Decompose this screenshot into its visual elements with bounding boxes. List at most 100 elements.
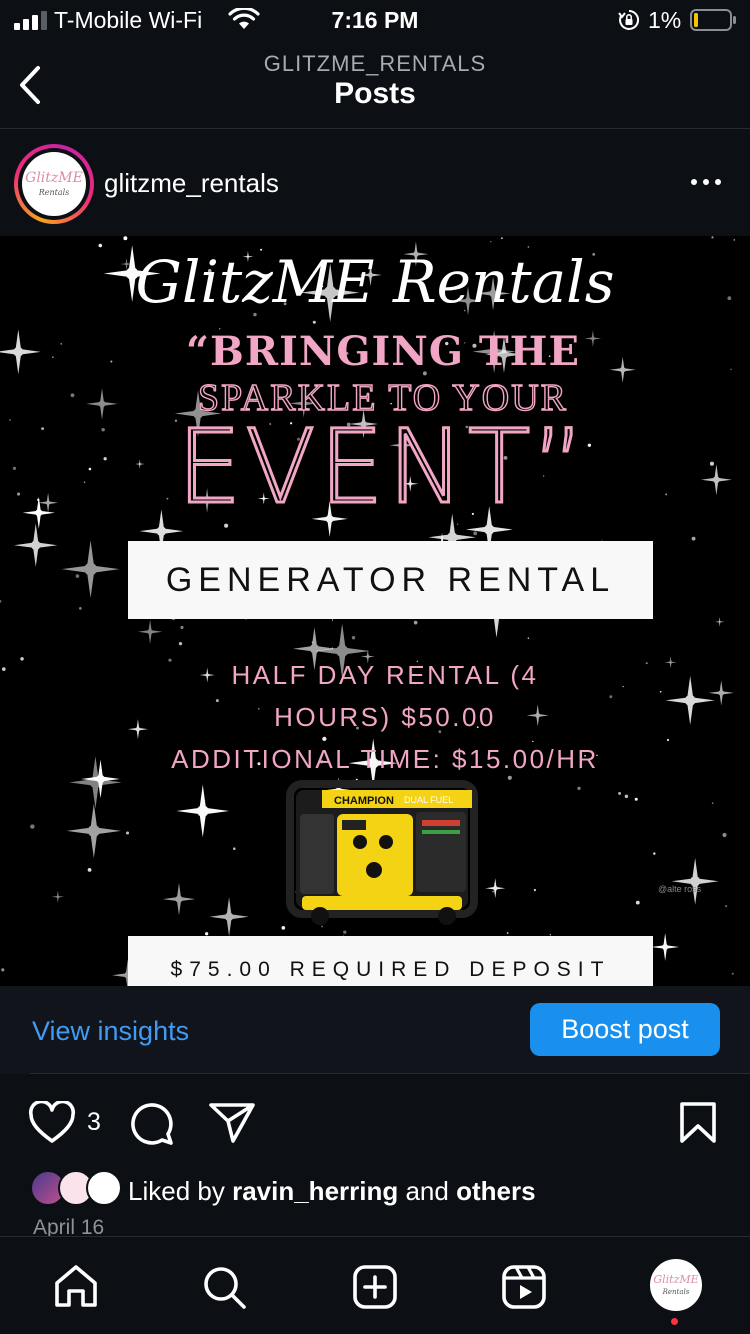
- share-icon[interactable]: [207, 1101, 257, 1145]
- sparkle-dot: [1, 667, 6, 671]
- comment-icon[interactable]: [128, 1100, 176, 1146]
- sparkle: [14, 523, 58, 567]
- sparkle-dot: [79, 607, 82, 610]
- sparkle-dot: [711, 802, 714, 804]
- sparkle-dot: [624, 794, 629, 799]
- nav-header: GLITZME_RENTALS Posts: [0, 44, 750, 129]
- flyer-brand: GlitzME Rentals: [135, 248, 615, 316]
- generator-model: DUAL FUEL: [404, 795, 453, 805]
- sparkle-dot: [645, 662, 648, 665]
- profile-tab-logo-sub: Rentals: [662, 1288, 690, 1296]
- flyer-credit: @alte ross: [658, 884, 702, 894]
- sparkle: [485, 878, 506, 899]
- liked-by-row[interactable]: Liked by ravin_herring and others: [30, 1170, 750, 1210]
- post-header: GlitzME Rentals glitzme_rentals: [0, 130, 750, 236]
- sparkle-dot: [232, 847, 236, 851]
- flyer-tagline-3: EVENT”: [176, 407, 589, 529]
- sparkle-dot: [725, 905, 728, 908]
- sparkle-dot: [722, 832, 727, 838]
- sparkle: [651, 933, 680, 961]
- sparkle-dot: [492, 890, 495, 893]
- avatar: GlitzME Rentals: [22, 152, 86, 216]
- sparkle: [708, 680, 734, 706]
- divider: [30, 1073, 750, 1074]
- sparkle-dot: [0, 600, 2, 603]
- avatar-logo-sub: Rentals: [38, 188, 70, 197]
- create-icon[interactable]: [351, 1263, 399, 1311]
- home-icon[interactable]: [52, 1263, 100, 1311]
- avatar-logo: GlitzME: [25, 170, 83, 186]
- sparkle-dot: [126, 831, 130, 835]
- sparkle: [51, 890, 65, 903]
- sparkle-dot: [75, 574, 80, 578]
- sparkle-dot: [506, 932, 509, 934]
- notification-dot: [671, 1318, 678, 1325]
- sparkle-dot: [311, 641, 314, 644]
- sparkle: [671, 857, 719, 905]
- flyer-price-line: HALF DAY RENTAL (4: [231, 660, 539, 690]
- flyer-tagline-1: “BRINGING THE: [186, 328, 580, 375]
- liker-username[interactable]: ravin_herring: [232, 1176, 398, 1206]
- sparkle: [127, 719, 148, 740]
- sparkle-dot: [666, 738, 670, 742]
- sparkle-dot: [20, 657, 24, 661]
- account-name: GLITZME_RENTALS: [263, 51, 487, 76]
- flyer-deposit-box: $75.00 REQUIRED DEPOSIT: [128, 936, 653, 986]
- sparkle-dot: [527, 637, 530, 639]
- liked-by-others[interactable]: others: [456, 1176, 535, 1206]
- sparkle-dot: [331, 647, 333, 649]
- sparkle-dot: [30, 824, 35, 829]
- sparkle: [714, 616, 725, 627]
- sparkle-dot: [490, 241, 492, 243]
- sparkle-dot: [98, 243, 103, 248]
- sparkle-dot: [635, 900, 640, 905]
- generator-brand: CHAMPION: [334, 795, 394, 807]
- reels-icon[interactable]: [500, 1263, 548, 1311]
- sparkle: [137, 619, 163, 644]
- sparkle: [209, 897, 249, 937]
- status-bar: T-Mobile Wi-Fi 7:16 PM 1%: [0, 0, 750, 44]
- sparkle: [61, 540, 120, 599]
- sparkle-dot: [533, 888, 537, 892]
- sparkle-dot: [473, 531, 478, 536]
- sparkle-dot: [733, 239, 736, 241]
- sparkle-dot: [634, 797, 638, 801]
- boost-post-button[interactable]: Boost post: [530, 1003, 720, 1056]
- sparkle-dot: [87, 867, 92, 872]
- profile-tab-logo: GlitzME: [653, 1273, 699, 1286]
- liked-by-text: Liked by ravin_herring and others: [128, 1176, 536, 1207]
- sparkle-dot: [123, 236, 128, 241]
- bottom-tab-bar: GlitzME Rentals: [0, 1236, 750, 1334]
- sparkle-dot: [711, 236, 714, 239]
- view-insights-link[interactable]: View insights: [32, 1016, 189, 1047]
- sparkle-dot: [178, 641, 183, 646]
- sparkle-dot: [659, 690, 662, 693]
- heart-icon[interactable]: [28, 1101, 76, 1145]
- search-icon[interactable]: [200, 1263, 248, 1311]
- like-count[interactable]: 3: [87, 1108, 101, 1137]
- sparkle-dot: [205, 932, 209, 936]
- page-title: Posts: [334, 77, 416, 110]
- sparkle-dot: [312, 320, 316, 324]
- sparkle-dot: [653, 852, 656, 855]
- sparkle: [81, 759, 120, 799]
- bookmark-icon[interactable]: [678, 1101, 718, 1145]
- post-username[interactable]: glitzme_rentals: [104, 168, 279, 199]
- more-options-icon[interactable]: [690, 174, 722, 190]
- sparkle-dot: [351, 636, 356, 640]
- sparkle-dot: [691, 536, 696, 541]
- story-ring-avatar[interactable]: GlitzME Rentals: [14, 144, 94, 224]
- sparkle-dot: [1, 968, 5, 972]
- flyer-service: GENERATOR RENTAL: [165, 561, 616, 599]
- sparkle: [162, 882, 196, 916]
- sparkle-dot: [413, 620, 418, 625]
- flyer-price-line: HOURS) $50.00: [274, 702, 496, 732]
- profile-tab-avatar[interactable]: GlitzME Rentals: [650, 1259, 702, 1311]
- liked-by-middle: and: [398, 1176, 457, 1206]
- sparkle: [69, 756, 122, 809]
- sparkle-dot: [618, 791, 622, 795]
- sparkle-dot: [622, 685, 624, 688]
- post-image[interactable]: GlitzME Rentals “BRINGING THE SPARKLE TO…: [0, 236, 750, 986]
- orientation-lock-icon: [618, 9, 640, 30]
- sparkle: [665, 675, 715, 725]
